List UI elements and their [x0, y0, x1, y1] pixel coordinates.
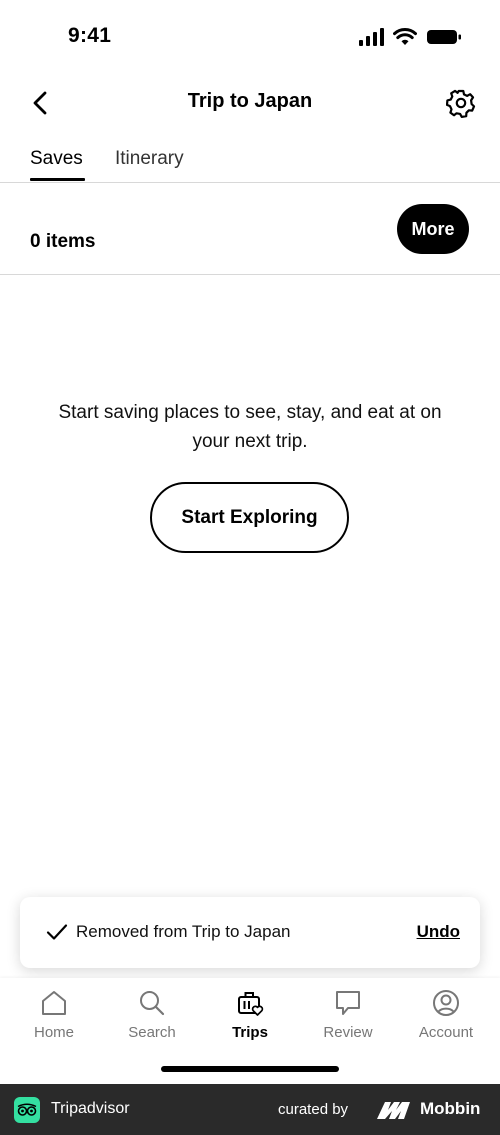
undo-button[interactable]: Undo — [417, 922, 460, 942]
account-icon — [433, 990, 459, 1016]
tripadvisor-logo-icon — [14, 1097, 40, 1123]
nav-label-review: Review — [323, 1024, 373, 1041]
nav-label-trips: Trips — [232, 1024, 268, 1041]
signal-icon — [359, 28, 384, 46]
gear-icon — [445, 89, 476, 118]
nav-item-review[interactable]: Review — [300, 988, 396, 1041]
checkmark-icon — [46, 924, 68, 940]
footer-curated-by: curated by — [278, 1101, 349, 1118]
start-exploring-button[interactable]: Start Exploring — [150, 482, 349, 553]
nav-item-trips[interactable]: Trips — [202, 988, 298, 1041]
search-icon — [140, 991, 165, 1016]
tabs-divider — [0, 182, 500, 183]
tab-itinerary[interactable]: Itinerary — [115, 148, 184, 170]
trips-icon — [238, 992, 264, 1016]
active-tab-indicator — [30, 178, 85, 181]
footer-brand: Tripadvisor — [51, 1100, 130, 1117]
page-title: Trip to Japan — [187, 90, 313, 112]
tab-saves[interactable]: Saves — [30, 148, 83, 170]
home-indicator — [161, 1066, 339, 1072]
nav-item-search[interactable]: Search — [104, 988, 200, 1041]
footer-bar: Tripadvisor curated by Mobbin — [0, 1084, 500, 1135]
nav-item-home[interactable]: Home — [6, 988, 102, 1041]
toast: Removed from Trip to Japan Undo — [20, 897, 480, 968]
nav-label-account: Account — [418, 1024, 474, 1041]
status-time: 9:41 — [68, 24, 112, 47]
bottom-nav: Home Search Trips Review Account — [0, 978, 500, 1084]
nav-label-home: Home — [33, 1024, 74, 1041]
settings-button[interactable] — [445, 88, 476, 118]
wifi-icon — [393, 28, 417, 45]
toast-message: Removed from Trip to Japan — [76, 922, 291, 941]
nav-item-account[interactable]: Account — [398, 988, 494, 1041]
mobbin-logo-icon — [377, 1102, 410, 1119]
nav-label-search: Search — [128, 1024, 176, 1041]
home-icon — [42, 991, 66, 1015]
summary-divider — [0, 274, 500, 275]
review-icon — [336, 991, 360, 1015]
footer-curator: Mobbin — [420, 1099, 481, 1118]
items-count: 0 items — [30, 231, 96, 252]
more-button[interactable]: More — [397, 204, 469, 254]
empty-state-message: Start saving places to see, stay, and ea… — [58, 402, 442, 452]
status-icons — [358, 24, 462, 50]
battery-icon — [427, 30, 461, 44]
